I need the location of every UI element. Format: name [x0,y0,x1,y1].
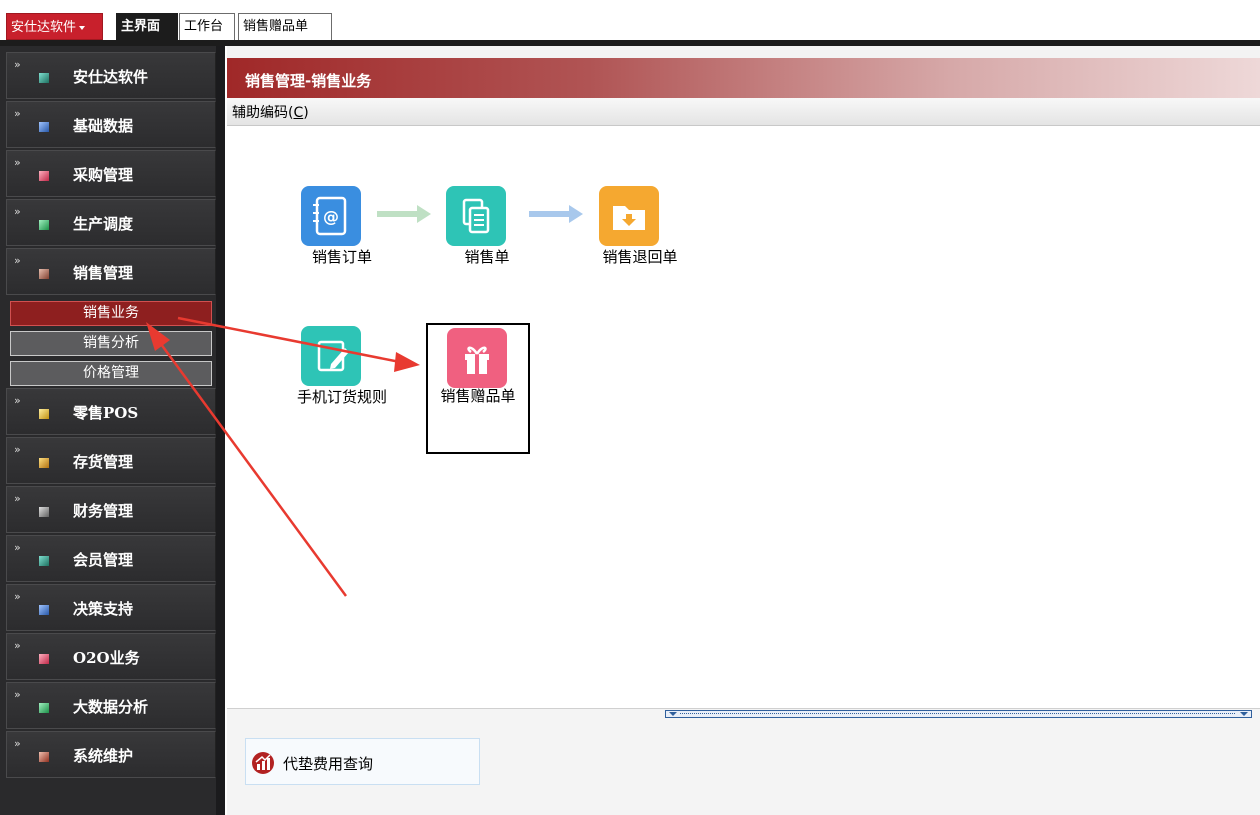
chevron-down-icon [1240,712,1248,716]
module-icon [39,507,49,517]
sidebar-item-sales[interactable]: » 销售管理 [6,248,216,295]
module-icon [39,73,49,83]
assist-code-button[interactable]: 辅助编码(C) [232,102,309,122]
module-icon [39,458,49,468]
func-label: 销售订单 [311,248,372,266]
chevron-right-icon: » [14,394,21,407]
sidebar-item-label: 大数据分析 [73,698,149,716]
func-sales-gift-order[interactable]: 销售赠品单 [426,323,530,454]
address-book-icon: @ [301,186,361,246]
func-label: 销售单 [464,248,510,266]
sub-toolbar: 辅助编码(C) [227,98,1260,126]
tab-sales-gift-order[interactable]: 销售赠品单 [238,13,332,41]
sidebar-item-system[interactable]: » 系统维护 [6,731,216,778]
module-icon [39,171,49,181]
chevron-right-icon: » [14,541,21,554]
sub-item-sales-analysis[interactable]: 销售分析 [10,331,212,356]
sidebar-item-label: 财务管理 [73,502,134,520]
sidebar-item-decision[interactable]: » 决策支持 [6,584,216,631]
sidebar-item-inventory[interactable]: » 存货管理 [6,437,216,484]
chevron-right-icon: » [14,737,21,750]
sidebar-item-label: 采购管理 [73,166,134,184]
page-title: 销售管理-销售业务 [245,72,372,90]
module-icon [39,654,49,664]
caret-down-icon [79,25,86,30]
sidebar-item-production[interactable]: » 生产调度 [6,199,216,246]
app-menu-label: 安仕达软件 [11,20,77,35]
edit-icon [301,326,361,386]
chevron-right-icon: » [14,639,21,652]
module-icon [39,556,49,566]
document-icon [446,186,506,246]
module-icon [39,703,49,713]
main-panel: 销售管理-销售业务 辅助编码(C) @ 销售订单 销售单 销售退回单 手机订货规… [227,46,1260,815]
app-window: 安仕达软件 主界面 工作台 销售赠品单 » 安仕达软件 » 基础数据 » 采购管… [0,0,1260,815]
horizontal-scrollbar[interactable] [665,710,1252,718]
module-icon [39,752,49,762]
sub-item-price-management[interactable]: 价格管理 [10,361,212,386]
chevron-right-icon: » [14,590,21,603]
chevron-right-icon: » [14,492,21,505]
chevron-right-icon: » [14,58,21,71]
func-label-text: 手机订货规则 [296,388,387,406]
scrollbar-dots [680,713,1235,715]
func-label: 手机订货规则 [282,388,402,406]
sidebar-item-label: 安仕达软件 [73,68,149,86]
func-sales-order[interactable]: @ 销售订单 [287,186,397,276]
tab-workbench[interactable]: 工作台 [179,13,235,41]
chevron-down-icon: » [14,254,21,267]
sidebar-item-label: 零售POS [73,404,139,422]
chevron-right-icon: » [14,688,21,701]
chart-icon [252,752,274,774]
func-sales-return[interactable]: 销售退回单 [585,186,695,276]
app-menu-button[interactable]: 安仕达软件 [6,13,103,40]
func-mobile-order-rules[interactable]: 手机订货规则 [287,326,397,436]
sub-item-sales-business[interactable]: 销售业务 [10,301,212,326]
function-canvas: 销售管理-销售业务 辅助编码(C) @ 销售订单 销售单 销售退回单 手机订货规… [227,58,1260,758]
func-label: 销售赠品单 [440,387,516,405]
module-icon [39,269,49,279]
sidebar-item-label: 会员管理 [73,551,134,569]
sidebar: » 安仕达软件 » 基础数据 » 采购管理 » 生产调度 » 销售管理 销售业务… [0,46,225,815]
sidebar-item-retail-pos[interactable]: » 零售POS [6,388,216,435]
sidebar-item-purchase[interactable]: » 采购管理 [6,150,216,197]
svg-text:@: @ [323,207,339,226]
sidebar-item-label: 存货管理 [73,453,134,471]
sidebar-splitter[interactable] [216,46,225,815]
sidebar-item-label: 决策支持 [73,600,134,618]
gift-icon [447,328,507,388]
folder-download-icon [599,186,659,246]
tab-main[interactable]: 主界面 [116,13,178,41]
query-button-label: 代垫费用查询 [283,755,374,773]
sidebar-item-label: O2O业务 [73,649,140,667]
chevron-right-icon: » [14,156,21,169]
sidebar-item-big-data[interactable]: » 大数据分析 [6,682,216,729]
chevron-right-icon: » [14,107,21,120]
module-icon [39,122,49,132]
sidebar-item-member[interactable]: » 会员管理 [6,535,216,582]
sidebar-item-label: 销售管理 [73,264,134,282]
module-title-bar: 销售管理-销售业务 [227,58,1260,98]
func-sales-slip[interactable]: 销售单 [432,186,542,276]
sidebar-item-basic-data[interactable]: » 基础数据 [6,101,216,148]
advance-fee-query-button[interactable]: 代垫费用查询 [245,738,480,785]
func-label: 销售退回单 [602,248,678,266]
sidebar-item-label: 生产调度 [73,215,134,233]
chevron-right-icon: » [14,205,21,218]
sidebar-item-label: 系统维护 [73,747,134,765]
sidebar-item-anshida[interactable]: » 安仕达软件 [6,52,216,99]
sidebar-item-label: 基础数据 [73,117,134,135]
module-icon [39,220,49,230]
module-icon [39,409,49,419]
sidebar-item-finance[interactable]: » 财务管理 [6,486,216,533]
sidebar-item-o2o[interactable]: » O2O业务 [6,633,216,680]
top-bar: 安仕达软件 主界面 工作台 销售赠品单 [0,0,1260,46]
chevron-down-icon [669,712,677,716]
chevron-right-icon: » [14,443,21,456]
module-icon [39,605,49,615]
